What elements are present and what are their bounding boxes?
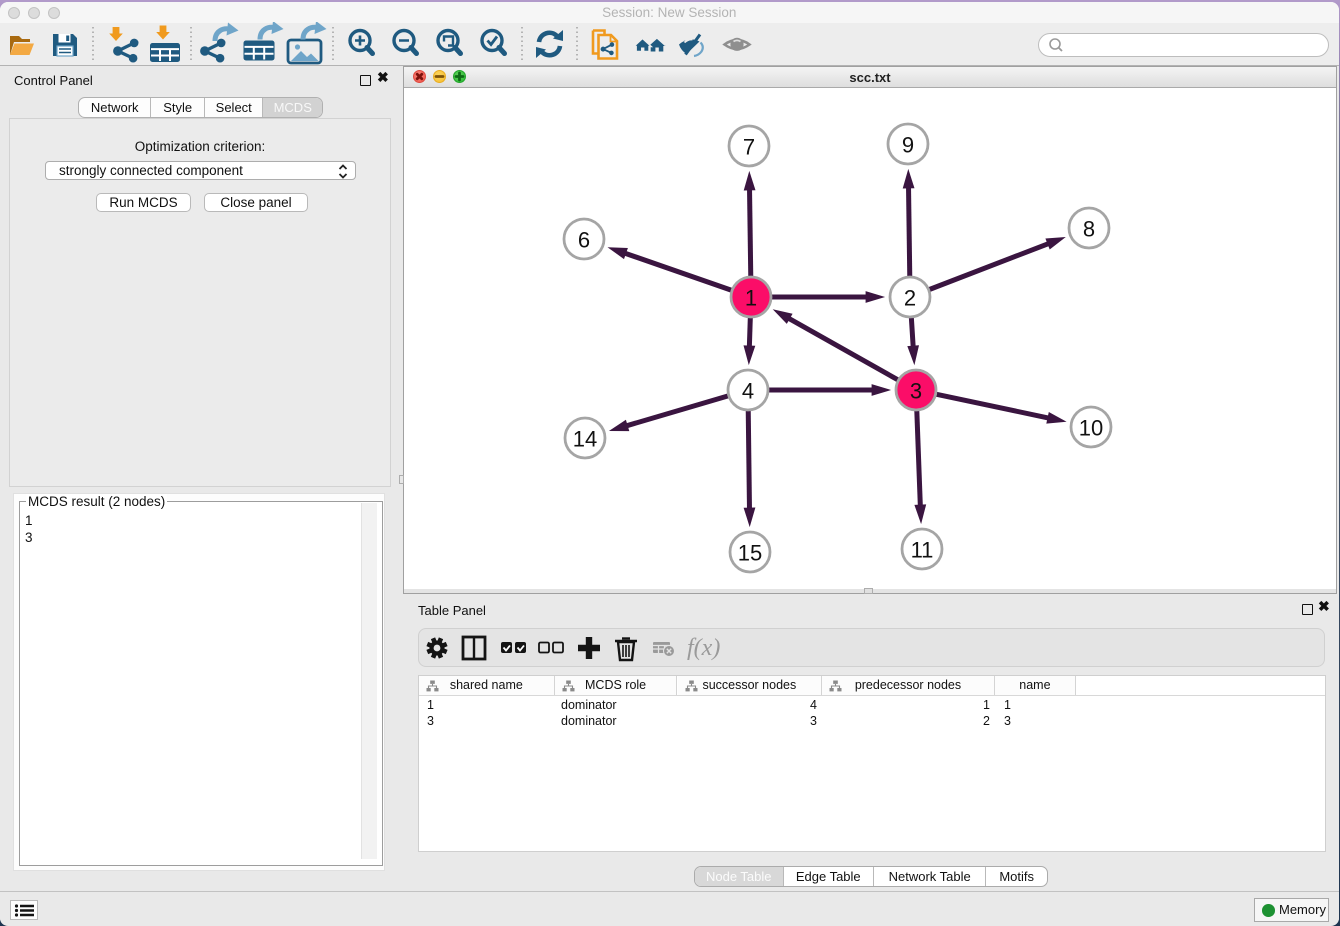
svg-text:7: 7 [743,135,755,160]
svg-text:f(x): f(x) [687,635,720,661]
svg-text:4: 4 [742,379,754,404]
svg-text:15: 15 [738,541,762,566]
svg-text:11: 11 [911,538,934,563]
svg-text:6: 6 [578,228,590,253]
svg-text:14: 14 [573,427,597,452]
svg-text:9: 9 [902,133,914,158]
svg-text:3: 3 [910,379,922,404]
svg-text:8: 8 [1083,217,1095,242]
svg-text:1: 1 [745,286,757,311]
svg-text:2: 2 [904,286,916,311]
svg-text:10: 10 [1079,416,1103,441]
